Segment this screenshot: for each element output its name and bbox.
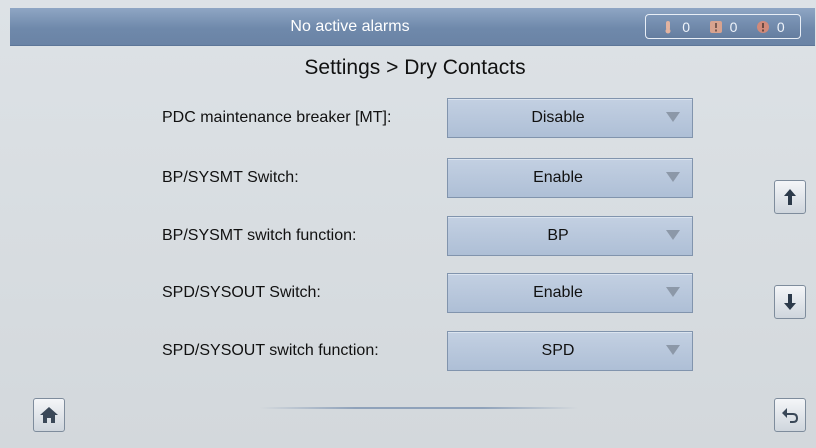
arrow-up-icon (784, 189, 796, 205)
alarm-bar: No active alarms 0 0 0 (10, 8, 815, 46)
minor-alarm-counter[interactable]: 0 (661, 19, 690, 35)
home-button[interactable] (33, 398, 65, 432)
setting-label-bp-sysmt-function: BP/SYSMT switch function: (162, 227, 357, 244)
page-title: Settings > Dry Contacts (304, 56, 526, 79)
screen: No active alarms 0 0 0 Settings > Dry Co… (0, 0, 816, 448)
back-button[interactable] (774, 398, 806, 432)
spd-sysout-switch-select[interactable]: Enable (447, 273, 693, 313)
critical-alarm-count: 0 (776, 18, 785, 35)
chevron-down-icon (666, 172, 680, 182)
spd-sysout-function-select[interactable]: SPD (447, 331, 693, 371)
select-value: Enable (533, 169, 583, 186)
bottom-divider (260, 407, 578, 409)
select-value: Disable (531, 109, 585, 126)
mt-breaker-select[interactable]: Disable (447, 98, 693, 138)
chevron-down-icon (666, 287, 680, 297)
critical-alarm-counter[interactable]: 0 (756, 19, 785, 35)
major-alarm-counter[interactable]: 0 (709, 18, 738, 35)
minor-alarm-count: 0 (682, 18, 691, 35)
chevron-down-icon (666, 112, 680, 122)
major-alarm-count: 0 (729, 18, 738, 35)
setting-label-spd-sysout-switch: SPD/SYSOUT Switch: (162, 284, 321, 301)
bp-sysmt-function-select[interactable]: BP (447, 216, 693, 256)
arrow-down-icon (784, 294, 796, 310)
alarm-status-text[interactable]: No active alarms (10, 8, 690, 45)
critical-alarm-icon (756, 20, 770, 34)
alarm-counters[interactable]: 0 0 0 (645, 14, 801, 39)
back-icon (782, 408, 798, 423)
home-icon (40, 407, 58, 423)
setting-label-mt-breaker: PDC maintenance breaker [MT]: (162, 109, 392, 126)
setting-label-bp-sysmt-switch: BP/SYSMT Switch: (162, 169, 299, 186)
chevron-down-icon (666, 230, 680, 240)
select-value: SPD (541, 342, 575, 359)
chevron-down-icon (666, 345, 680, 355)
major-alarm-icon (709, 20, 723, 34)
scroll-up-button[interactable] (774, 180, 806, 214)
setting-label-spd-sysout-function: SPD/SYSOUT switch function: (162, 342, 379, 359)
select-value: Enable (533, 284, 583, 301)
minor-alarm-icon (661, 20, 675, 34)
bp-sysmt-switch-select[interactable]: Enable (447, 158, 693, 198)
scroll-down-button[interactable] (774, 285, 806, 319)
select-value: BP (547, 227, 569, 244)
